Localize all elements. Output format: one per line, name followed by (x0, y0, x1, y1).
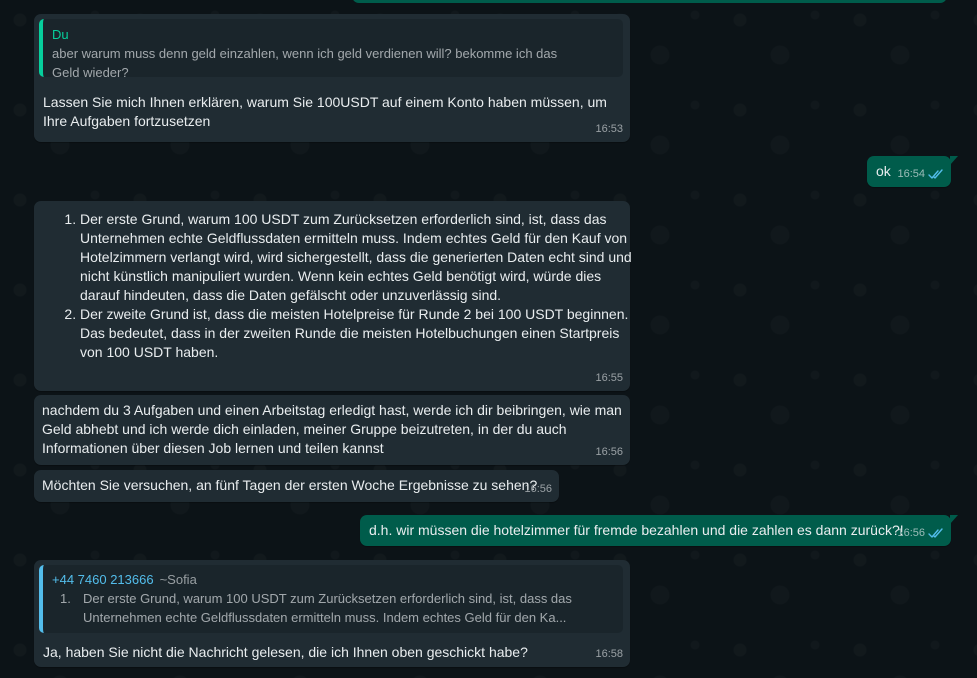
message-bubble-outgoing[interactable]: ok 16:54 (867, 156, 958, 187)
quoted-message[interactable]: +44 7460 213666 ~Sofia 1. Der erste Grund… (39, 565, 623, 633)
message-text: Ja, haben Sie nicht die Nachricht gelese… (43, 644, 528, 660)
quote-author: Du (52, 27, 69, 42)
quote-text-block: 1. Der erste Grund, warum 100 USDT zum Z… (52, 589, 582, 627)
message-bubble-incoming[interactable]: Der erste Grund, warum 100 USDT zum Zurü… (34, 201, 632, 391)
quote-item-number: 1. (60, 591, 71, 606)
message-bubble-incoming[interactable]: +44 7460 213666 ~Sofia 1. Der erste Grund… (34, 560, 630, 667)
quote-author-number: +44 7460 213666 (52, 572, 154, 587)
double-check-icon (928, 169, 944, 180)
quote-text: Der erste Grund, warum 100 USDT zum Zurü… (83, 591, 572, 625)
quote-author-alias: ~Sofia (159, 572, 197, 587)
message-time: 16:54 (897, 168, 925, 180)
message-time: 16:55 (595, 372, 623, 384)
message-meta: 16:56 (897, 524, 944, 543)
message-bubble-incoming[interactable]: Möchten Sie versuchen, an fünf Tagen der… (34, 470, 559, 502)
message-bubble-incoming[interactable]: Du aber warum muss denn geld einzahlen, … (34, 14, 630, 142)
message-time: 16:53 (595, 123, 623, 135)
quote-text: aber warum muss denn geld einzahlen, wen… (52, 46, 558, 80)
list-item: Der zweite Grund ist, dass die meisten H… (80, 305, 640, 362)
message-time: 16:56 (595, 446, 623, 458)
bubble-tail (950, 515, 958, 524)
list-item: Der erste Grund, warum 100 USDT zum Zurü… (80, 210, 640, 305)
message-text: Möchten Sie versuchen, an fünf Tagen der… (42, 477, 538, 493)
message-text: nachdem du 3 Aufgaben und einen Arbeitst… (42, 402, 622, 456)
message-text: d.h. wir müssen die hotelzimmer für frem… (369, 522, 904, 538)
message-bubble-outgoing[interactable]: d.h. wir müssen die hotelzimmer für frem… (360, 515, 958, 546)
message-bubble-incoming[interactable]: nachdem du 3 Aufgaben und einen Arbeitst… (34, 395, 630, 465)
message-time: 16:56 (524, 483, 552, 495)
message-time: 16:56 (897, 527, 925, 539)
double-check-icon (928, 528, 944, 539)
quote-author: +44 7460 213666 ~Sofia (52, 570, 613, 589)
message-text: Lassen Sie mich Ihnen erklären, warum Si… (43, 94, 607, 129)
message-time: 16:58 (595, 648, 623, 660)
message-text: ok (876, 163, 891, 179)
message-numbered-list: Der erste Grund, warum 100 USDT zum Zurü… (59, 210, 640, 362)
previous-outgoing-bubble[interactable] (352, 0, 947, 3)
message-meta: 16:54 (897, 165, 944, 184)
bubble-tail (950, 156, 958, 165)
quoted-message[interactable]: Du aber warum muss denn geld einzahlen, … (39, 19, 623, 80)
